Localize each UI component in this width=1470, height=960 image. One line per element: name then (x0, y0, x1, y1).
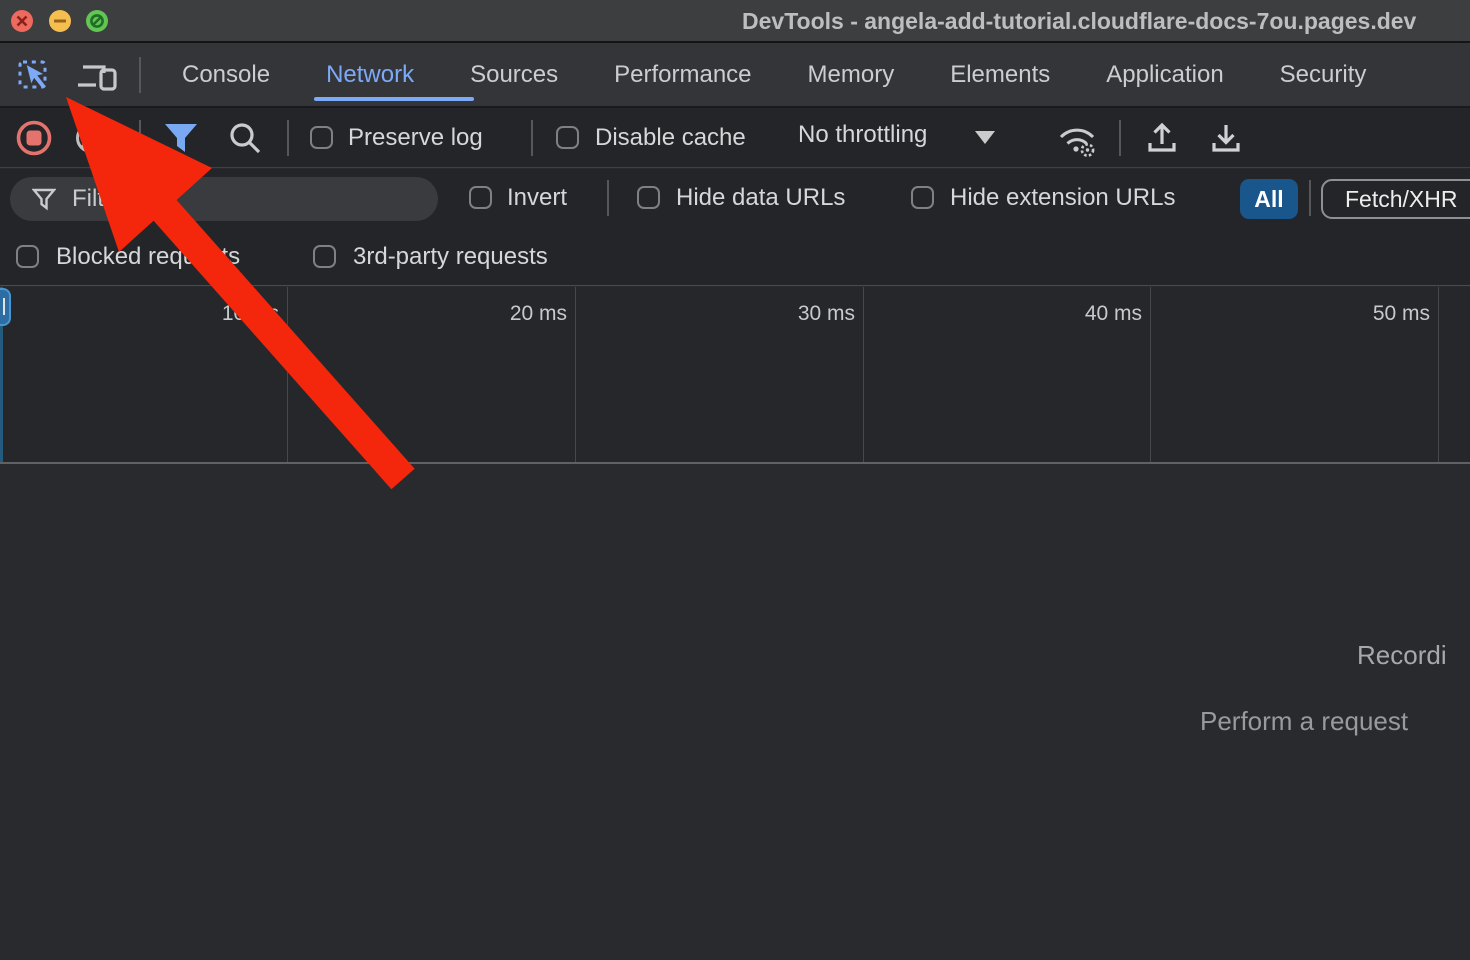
clear-network-log-icon[interactable] (74, 121, 108, 158)
requests-empty-area: Recordi Perform a request (0, 464, 1470, 960)
invert-checkbox[interactable] (469, 186, 492, 209)
preserve-log-checkbox[interactable] (310, 126, 333, 149)
filter-funnel-small-icon (32, 187, 56, 211)
timeline-gridline (575, 287, 576, 462)
toolbar-divider (139, 120, 141, 156)
minimize-window-icon[interactable] (48, 9, 72, 33)
disable-cache-label: Disable cache (595, 124, 746, 152)
export-har-icon[interactable] (1206, 118, 1246, 161)
throttling-value: No throttling (798, 121, 927, 149)
timeline-tick-label: 20 ms (483, 302, 567, 326)
filter-fetch-xhr-button[interactable]: Fetch/XHR (1321, 179, 1470, 219)
timeline-tick-label: 50 ms (1346, 302, 1430, 326)
chevron-down-icon (975, 131, 995, 144)
search-icon[interactable] (226, 119, 264, 160)
tab-security[interactable]: Security (1280, 61, 1367, 89)
timeline-gridline (1438, 287, 1439, 462)
filter-divider (1309, 180, 1311, 216)
device-toolbar-icon[interactable] (74, 57, 120, 98)
timeline-gridline (1150, 287, 1151, 462)
tab-console[interactable]: Console (182, 61, 270, 89)
devtools-window: DevTools - angela-add-tutorial.cloudflar… (0, 0, 1470, 960)
timeline-gridline (287, 287, 288, 462)
timeline-tick-label: 40 ms (1058, 302, 1142, 326)
third-party-requests-label: 3rd-party requests (353, 243, 548, 271)
hide-extension-urls-checkbox[interactable] (911, 186, 934, 209)
network-conditions-icon[interactable] (1054, 119, 1100, 162)
recording-status-text: Recordi (1357, 640, 1447, 671)
disable-cache-checkbox[interactable] (556, 126, 579, 149)
toolbar-divider (139, 57, 141, 93)
network-filter-bar: Invert Hide data URLs Hide extension URL… (0, 169, 1470, 227)
third-party-requests-checkbox[interactable] (313, 245, 336, 268)
active-tab-indicator (314, 97, 474, 101)
toolbar-divider (1119, 120, 1121, 156)
inspect-element-icon[interactable] (14, 55, 54, 98)
tab-application[interactable]: Application (1106, 61, 1223, 89)
title-bar: DevTools - angela-add-tutorial.cloudflar… (0, 0, 1470, 43)
timeline-tick-label: 30 ms (771, 302, 855, 326)
tab-memory[interactable]: Memory (808, 61, 895, 89)
close-window-icon[interactable] (10, 9, 34, 33)
perform-request-hint-text: Perform a request (1200, 706, 1408, 737)
tab-performance[interactable]: Performance (614, 61, 751, 89)
network-overview-timeline[interactable]: 10 ms 20 ms 30 ms 40 ms 50 ms (0, 287, 1470, 464)
timeline-gridline (863, 287, 864, 462)
tab-elements[interactable]: Elements (950, 61, 1050, 89)
filter-input[interactable] (70, 184, 404, 214)
toolbar-divider (531, 120, 533, 156)
blocked-requests-label: Blocked requests (56, 243, 240, 271)
throttling-select[interactable]: No throttling (798, 121, 995, 149)
tab-sources[interactable]: Sources (470, 61, 558, 89)
timeline-tick-label: 10 ms (195, 302, 279, 326)
filter-input-wrap[interactable] (10, 177, 438, 221)
hide-data-urls-checkbox[interactable] (637, 186, 660, 209)
invert-label: Invert (507, 184, 567, 212)
record-network-log-icon[interactable] (14, 118, 54, 161)
request-filters-row: Blocked requests 3rd-party requests (0, 227, 1470, 286)
filter-funnel-icon[interactable] (162, 121, 200, 158)
preserve-log-label: Preserve log (348, 124, 483, 152)
import-har-icon[interactable] (1142, 118, 1182, 161)
devtools-tab-bar: Console Network Sources Performance Memo… (0, 43, 1470, 108)
hide-extension-urls-label: Hide extension URLs (950, 184, 1175, 212)
filter-divider (607, 180, 609, 216)
hide-data-urls-label: Hide data URLs (676, 184, 845, 212)
zoom-window-icon[interactable] (85, 9, 109, 33)
tab-network[interactable]: Network (326, 61, 414, 89)
overview-drag-handle[interactable] (0, 288, 11, 326)
toolbar-divider (287, 120, 289, 156)
network-toolbar: Preserve log Disable cache No throttling (0, 108, 1470, 168)
blocked-requests-checkbox[interactable] (16, 245, 39, 268)
window-title: DevTools - angela-add-tutorial.cloudflar… (742, 8, 1416, 35)
filter-all-button[interactable]: All (1240, 179, 1298, 219)
